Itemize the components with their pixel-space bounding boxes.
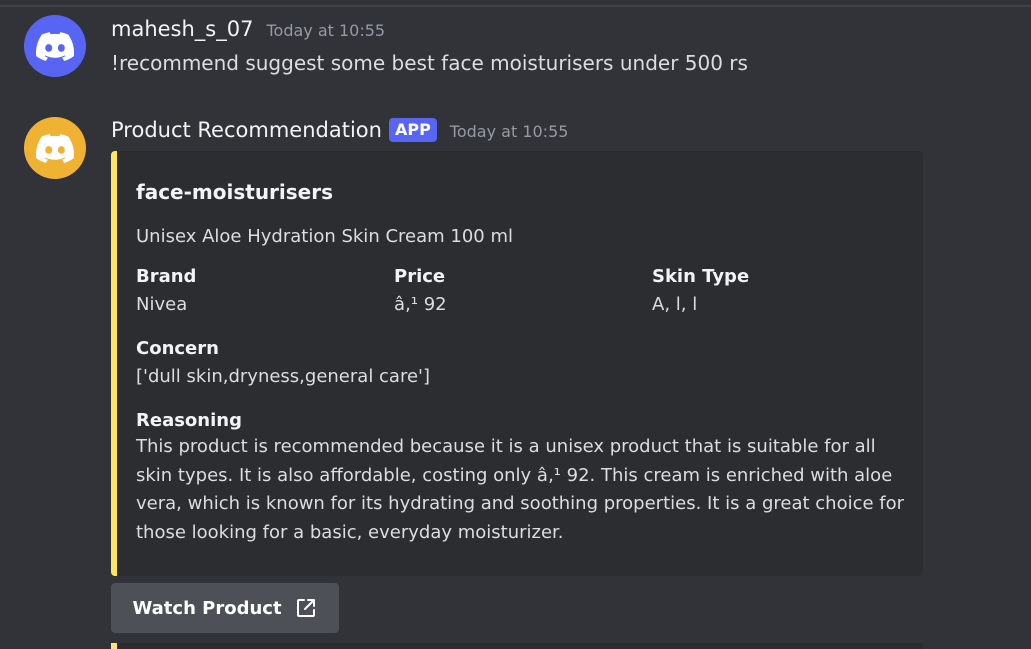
field-concern: Concern ['dull skin,dryness,general care… [136, 338, 430, 387]
message-content: !recommend suggest some best face moistu… [111, 51, 748, 75]
field-value: Nivea [136, 294, 188, 315]
field-name: Price [394, 266, 446, 287]
bot-username[interactable]: Product Recommendation [111, 118, 382, 142]
product-embed: face-moisturisers Unisex Aloe Hydration … [111, 151, 923, 576]
field-reasoning: Reasoning This product is recommended be… [136, 410, 906, 547]
button-label: Watch Product [132, 597, 282, 619]
top-divider [0, 5, 1031, 7]
field-skin-type: Skin Type A, l, l [652, 266, 749, 315]
embed-description: Unisex Aloe Hydration Skin Cream 100 ml [136, 226, 513, 247]
discord-logo-icon [36, 133, 74, 163]
field-value: A, l, l [652, 294, 698, 315]
external-link-icon [296, 599, 315, 617]
app-badge: APP [388, 118, 437, 142]
bot-avatar[interactable] [24, 117, 86, 179]
watch-product-button[interactable]: Watch Product [111, 583, 339, 633]
timestamp: Today at 10:55 [449, 122, 569, 141]
field-value: This product is recommended because it i… [136, 436, 905, 543]
field-name: Concern [136, 338, 219, 359]
field-brand: Brand Nivea [136, 266, 196, 315]
field-value: ['dull skin,dryness,general care'] [136, 366, 431, 387]
field-price: Price â‚¹ 92 [394, 266, 447, 315]
field-value: â‚¹ 92 [394, 294, 447, 315]
discord-logo-icon [36, 31, 74, 61]
field-name: Skin Type [652, 266, 750, 287]
embed-title: face-moisturisers [136, 180, 334, 204]
field-name: Brand [136, 266, 197, 287]
user-avatar[interactable] [24, 15, 86, 77]
next-embed-edge [111, 643, 923, 649]
timestamp: Today at 10:55 [266, 21, 386, 40]
username[interactable]: mahesh_s_07 [111, 17, 253, 41]
field-name: Reasoning [136, 410, 242, 431]
